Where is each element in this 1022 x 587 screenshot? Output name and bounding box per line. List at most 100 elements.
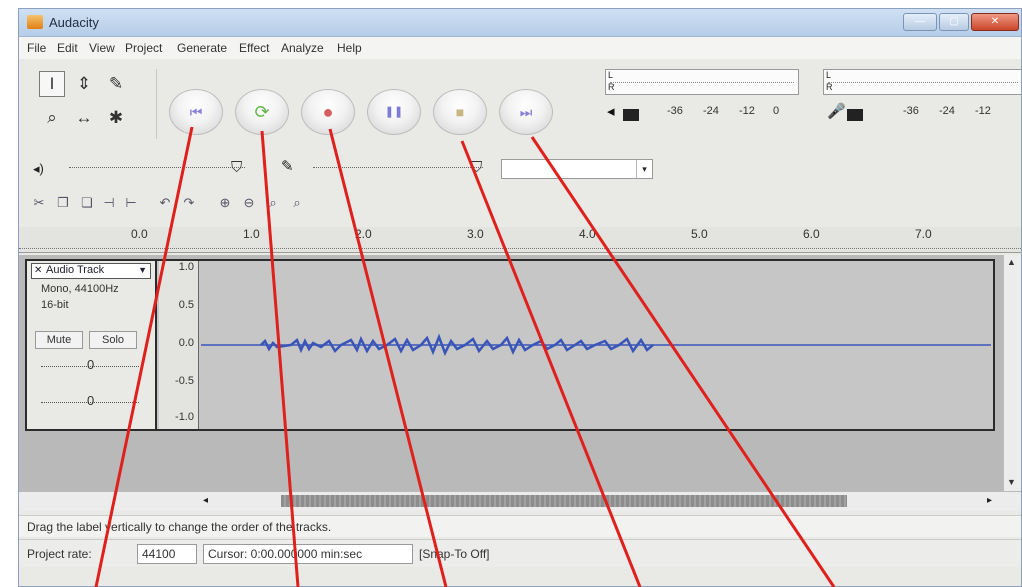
skip-start-icon: ⏮ (189, 104, 203, 120)
pan-slider[interactable]: 0 (37, 393, 143, 411)
amplitude-label: 1.0 (178, 261, 194, 273)
track-name: Audio Track (46, 264, 105, 276)
ruler-tick-label: 4.0 (579, 227, 596, 241)
selection-tool-icon[interactable]: I (39, 71, 65, 97)
silence-icon[interactable]: ⊢ (121, 193, 141, 213)
track-format-info: Mono, 44100Hz (41, 283, 119, 295)
horizontal-scroll-thumb[interactable] (281, 495, 847, 507)
paste-icon[interactable]: ❏ (77, 193, 97, 213)
output-meter[interactable]: L R ◂ -36 -24 -12 0 (605, 69, 799, 127)
menu-generate[interactable]: Generate (177, 41, 227, 55)
tools-toolbar: I ⇕ ✎ ⌕ ↔ ✱ (25, 69, 157, 139)
record-button[interactable]: ● (301, 89, 355, 135)
stop-icon: ■ (455, 104, 465, 120)
menu-bar: File Edit View Project Generate Effect A… (19, 37, 1021, 59)
undo-icon[interactable]: ↶ (155, 193, 175, 213)
scroll-up-icon[interactable]: ▲ (1007, 257, 1016, 267)
timeshift-tool-icon[interactable]: ↔ (71, 105, 97, 131)
audacity-window: Audacity — ▢ ✕ File Edit View Project Ge… (18, 8, 1022, 587)
skip-to-end-button[interactable]: ⏭ (499, 89, 553, 135)
output-tick: -12 (739, 105, 755, 117)
chevron-down-icon: ▼ (138, 265, 147, 275)
close-button[interactable]: ✕ (971, 13, 1019, 31)
cut-icon[interactable]: ✂ (29, 193, 49, 213)
input-left-label: L (826, 70, 832, 80)
close-icon: ✕ (990, 15, 1000, 27)
horizontal-scrollbar[interactable]: ◂ ▸ (19, 491, 1021, 511)
minimize-icon: — (915, 15, 925, 27)
scroll-right-icon[interactable]: ▸ (987, 495, 992, 506)
menu-edit[interactable]: Edit (57, 41, 78, 55)
output-left-label: L (608, 70, 614, 80)
input-meter-bars: L R (823, 69, 1021, 95)
track-name-menu[interactable]: ✕ Audio Track ▼ (31, 263, 151, 279)
waveform[interactable] (201, 261, 991, 429)
fit-project-icon[interactable]: ⌕ (287, 193, 307, 213)
close-track-icon[interactable]: ✕ (34, 265, 42, 276)
output-tick: -36 (667, 105, 683, 117)
gain-thumb[interactable]: 0 (87, 357, 94, 372)
audio-track[interactable]: ✕ Audio Track ▼ Mono, 44100Hz 16-bit Mut… (25, 259, 995, 431)
track-area: ✕ Audio Track ▼ Mono, 44100Hz 16-bit Mut… (19, 255, 1021, 491)
timeline-ruler[interactable]: 0.0 1.0 2.0 3.0 4.0 5.0 6.0 7.0 (19, 227, 1021, 253)
skip-to-start-button[interactable]: ⏮ (169, 89, 223, 135)
pan-thumb[interactable]: 0 (87, 393, 94, 408)
input-meter-menu-icon[interactable] (847, 109, 863, 121)
title-bar: Audacity — ▢ ✕ (19, 9, 1021, 37)
microphone-icon: ✎ (281, 158, 294, 175)
vertical-scrollbar[interactable]: ▲ ▼ (1003, 255, 1021, 491)
ruler-tick-label: 3.0 (467, 227, 484, 241)
status-message: Drag the label vertically to change the … (27, 520, 332, 534)
maximize-button[interactable]: ▢ (939, 13, 969, 31)
zoom-out-icon[interactable]: ⊖ (239, 193, 259, 213)
stop-button[interactable]: ■ (433, 89, 487, 135)
input-right-label: R (826, 82, 833, 92)
play-button[interactable]: ⟳ (235, 89, 289, 135)
skip-end-icon: ⏭ (519, 104, 533, 120)
cursor-position-field: Cursor: 0:00.000000 min:sec (203, 544, 413, 564)
minimize-button[interactable]: — (903, 13, 937, 31)
input-meter[interactable]: L R 🎤 -36 -24 -12 (823, 69, 1021, 127)
project-rate-field[interactable]: 44100 (137, 544, 197, 564)
pause-button[interactable]: ❚❚ (367, 89, 421, 135)
redo-icon[interactable]: ↷ (179, 193, 199, 213)
menu-view[interactable]: View (89, 41, 115, 55)
input-volume-thumb[interactable]: ⛉ (471, 159, 482, 176)
output-volume-thumb[interactable]: ⛉ (231, 159, 242, 176)
multi-tool-icon[interactable]: ✱ (103, 105, 129, 131)
snap-status[interactable]: [Snap-To Off] (419, 547, 489, 561)
output-meter-menu-icon[interactable] (623, 109, 639, 121)
zoom-in-icon[interactable]: ⊕ (215, 193, 235, 213)
output-meter-bars: L R (605, 69, 799, 95)
gain-slider[interactable]: 0 (37, 357, 143, 375)
scroll-left-icon[interactable]: ◂ (203, 495, 208, 506)
menu-project[interactable]: Project (125, 41, 162, 55)
ruler-tick-label: 5.0 (691, 227, 708, 241)
fit-selection-icon[interactable]: ⌕ (263, 193, 283, 213)
menu-effect[interactable]: Effect (239, 41, 269, 55)
project-rate-label: Project rate: (27, 547, 92, 561)
speaker-icon: ◂ (607, 103, 615, 120)
input-tick: -12 (975, 105, 991, 117)
copy-icon[interactable]: ❐ (53, 193, 73, 213)
menu-file[interactable]: File (27, 41, 46, 55)
draw-tool-icon[interactable]: ✎ (103, 71, 129, 97)
zoom-tool-icon[interactable]: ⌕ (39, 105, 65, 131)
output-tick: -24 (703, 105, 719, 117)
project-rate-bar: Project rate: 44100 Cursor: 0:00.000000 … (19, 539, 1021, 567)
status-bar: Drag the label vertically to change the … (19, 515, 1021, 537)
track-control-panel[interactable]: ✕ Audio Track ▼ Mono, 44100Hz 16-bit Mut… (27, 261, 157, 429)
trim-icon[interactable]: ⊣ (99, 193, 119, 213)
solo-button[interactable]: Solo (89, 331, 137, 349)
menu-help[interactable]: Help (337, 41, 362, 55)
amplitude-label: 0.5 (178, 299, 194, 311)
menu-analyze[interactable]: Analyze (281, 41, 324, 55)
envelope-tool-icon[interactable]: ⇕ (71, 71, 97, 97)
audacity-app-icon (27, 15, 43, 29)
input-tick: -36 (903, 105, 919, 117)
ruler-tick-label: 7.0 (915, 227, 932, 241)
scroll-down-icon[interactable]: ▼ (1007, 477, 1016, 487)
play-icon: ⟳ (254, 102, 270, 122)
input-source-select[interactable]: ▾ (501, 159, 653, 179)
mute-button[interactable]: Mute (35, 331, 83, 349)
